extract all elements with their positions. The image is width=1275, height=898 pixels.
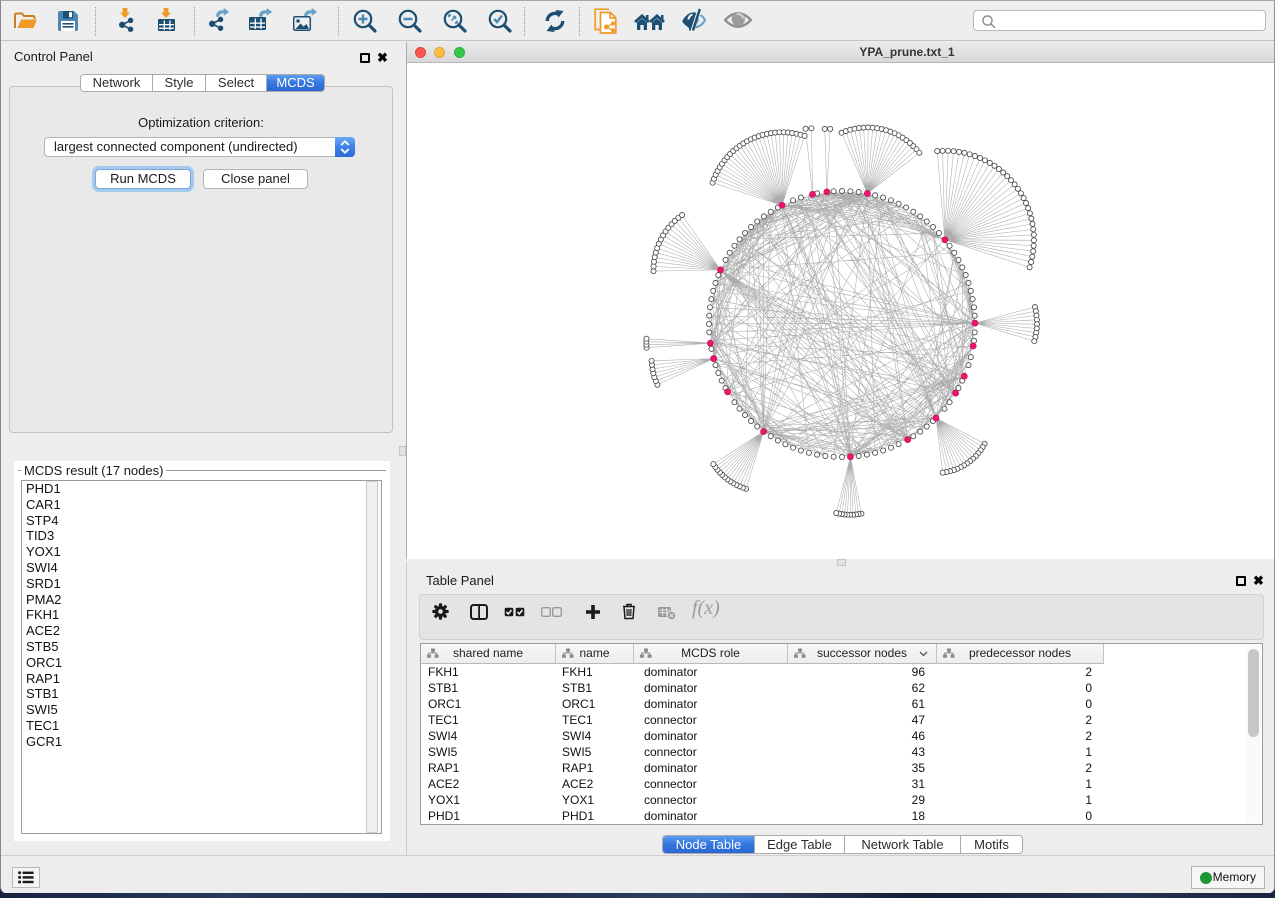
svg-text:f(x): f(x): [692, 597, 720, 619]
